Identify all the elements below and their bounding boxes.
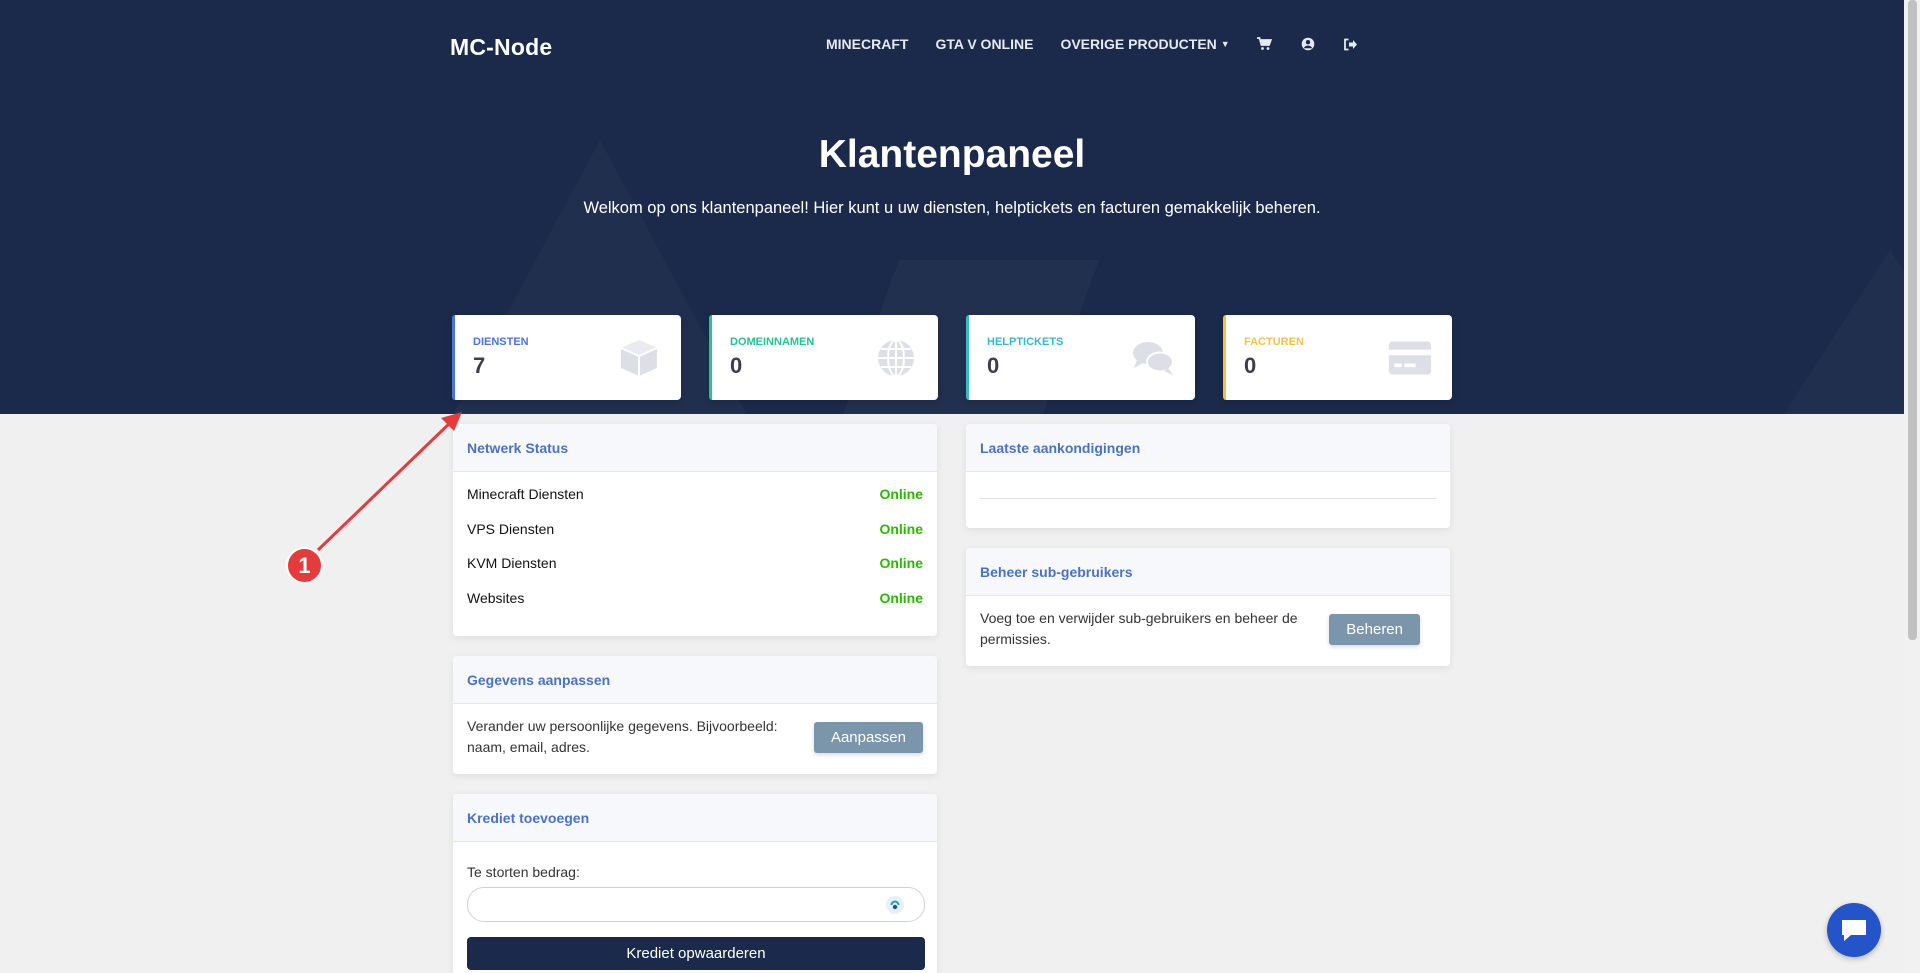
scrollbar-thumb[interactable]: [1908, 0, 1917, 640]
scrollbar[interactable]: [1904, 0, 1920, 973]
chat-button[interactable]: [1827, 903, 1881, 957]
annotation-badge: 1: [286, 547, 323, 584]
chat-icon: [1842, 920, 1866, 941]
annotation-arrow: [316, 412, 462, 552]
